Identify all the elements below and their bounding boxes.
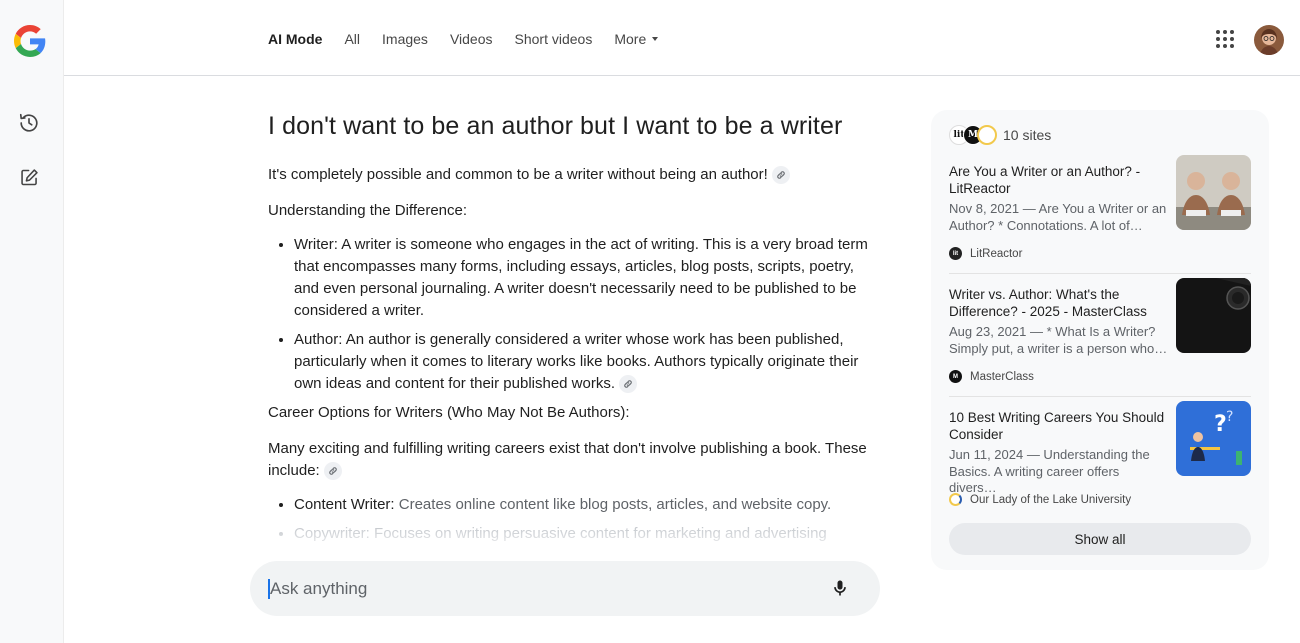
source-title: Are You a Writer or an Author? - LitReac… — [949, 164, 1141, 196]
source-snippet: Nov 8, 2021 — Are You a Writer or an Aut… — [949, 201, 1167, 233]
microphone-icon[interactable] — [830, 577, 850, 599]
term-text: Creates online content like blog posts, … — [394, 496, 832, 513]
account-avatar[interactable] — [1254, 25, 1284, 55]
ai-answer: I don't want to be an author but I want … — [268, 76, 868, 556]
masterclass-favicon-icon: M — [949, 370, 962, 383]
section-intro: Many exciting and fulfilling writing car… — [268, 438, 868, 482]
section-intro-text: Many exciting and fulfilling writing car… — [268, 440, 867, 479]
show-all-button[interactable]: Show all — [949, 523, 1251, 555]
litreactor-favicon-icon: lit — [949, 247, 962, 260]
source-site: Our Lady of the Lake University — [949, 493, 1131, 506]
intro-paragraph: It's completely possible and common to b… — [268, 164, 868, 186]
term-text: A writer is someone who engages in the a… — [294, 236, 868, 319]
svg-text:?: ? — [1226, 409, 1233, 425]
definition-list: Writer: A writer is someone who engages … — [268, 234, 868, 395]
svg-text:?: ? — [1214, 412, 1227, 437]
left-rail — [0, 0, 64, 643]
source-card[interactable]: 10 Best Writing Careers You Should Consi… — [949, 401, 1251, 529]
section-heading: Career Options for Writers (Who May Not … — [268, 404, 630, 421]
ask-input[interactable]: Ask anything — [250, 561, 880, 616]
list-item: Author: An author is generally considere… — [294, 329, 868, 395]
tab-short-videos[interactable]: Short videos — [515, 30, 593, 48]
tab-label: Short videos — [514, 31, 593, 47]
tab-ai-mode[interactable]: AI Mode — [268, 30, 322, 48]
search-tabs: AI Mode All Images Videos Short videos M… — [268, 30, 680, 48]
term-label: Copywriter: — [294, 525, 370, 542]
source-site: lit LitReactor — [949, 247, 1022, 260]
query-title: I don't want to be an author but I want … — [268, 112, 843, 140]
source-site-name: LitReactor — [970, 247, 1023, 260]
ollu-favicon-icon — [977, 125, 997, 145]
source-thumbnail — [1176, 155, 1251, 230]
ask-placeholder: Ask anything — [270, 579, 368, 598]
list-item: Writer: A writer is someone who engages … — [294, 234, 868, 322]
sources-panel: lit M 10 sites Are You a Writer or an Au… — [931, 110, 1269, 570]
term-text: An author is generally considered a writ… — [294, 331, 859, 392]
list-item: Copywriter: Focuses on writing persuasiv… — [294, 523, 868, 545]
source-site-name: MasterClass — [970, 370, 1034, 383]
link-icon — [777, 171, 785, 179]
caret-down-icon — [652, 37, 659, 42]
divider — [949, 273, 1251, 274]
sites-count: 10 sites — [1003, 127, 1052, 143]
sites-summary[interactable]: lit M 10 sites — [949, 124, 1051, 146]
tab-videos[interactable]: Videos — [450, 30, 493, 48]
new-chat-button[interactable] — [14, 162, 44, 192]
source-card[interactable]: Writer vs. Author: What's the Difference… — [949, 278, 1251, 406]
citation-link-button[interactable] — [323, 462, 342, 481]
link-icon — [624, 380, 632, 388]
google-logo-icon[interactable] — [14, 25, 46, 57]
tab-all[interactable]: All — [344, 30, 360, 48]
tab-label: More — [614, 31, 647, 47]
section-heading: Understanding the Difference: — [268, 202, 468, 219]
term-label: Writer: — [294, 236, 338, 253]
source-snippet: Aug 23, 2021 — * What Is a Writer? Simpl… — [949, 324, 1168, 356]
term-text: Focuses on writing persuasive content fo… — [369, 525, 827, 542]
list-item: Content Writer: Creates online content l… — [294, 494, 868, 516]
term-label: Author: — [294, 331, 343, 348]
tab-label: AI Mode — [268, 31, 323, 47]
tab-label: Images — [382, 31, 428, 47]
source-title: 10 Best Writing Careers You Should Consi… — [949, 410, 1165, 442]
citation-link-button[interactable] — [619, 375, 638, 394]
source-title: Writer vs. Author: What's the Difference… — [949, 287, 1147, 319]
divider — [949, 396, 1251, 397]
history-icon — [19, 113, 38, 132]
ollu-favicon-icon — [949, 493, 962, 506]
tab-label: Videos — [449, 31, 493, 47]
source-card[interactable]: Are You a Writer or an Author? - LitReac… — [949, 155, 1251, 283]
citation-link-button[interactable] — [771, 166, 790, 185]
source-thumbnail: ? ? — [1176, 401, 1251, 476]
tab-images[interactable]: Images — [382, 30, 428, 48]
source-site-name: Our Lady of the Lake University — [970, 493, 1132, 506]
term-label: Content Writer: — [294, 496, 395, 513]
top-header: AI Mode All Images Videos Short videos M… — [64, 0, 1300, 76]
source-snippet: Jun 11, 2024 — Understanding the Basics.… — [949, 447, 1150, 495]
tab-label: All — [344, 31, 361, 47]
edit-icon — [20, 168, 38, 185]
source-thumbnail — [1176, 278, 1251, 353]
history-button[interactable] — [14, 108, 44, 138]
career-list: Content Writer: Creates online content l… — [268, 494, 868, 545]
intro-text: It's completely possible and common to b… — [268, 166, 768, 183]
link-icon — [328, 467, 337, 475]
tab-more[interactable]: More — [614, 30, 659, 48]
source-site: M MasterClass — [949, 370, 1034, 383]
google-apps-icon[interactable] — [1216, 30, 1234, 48]
